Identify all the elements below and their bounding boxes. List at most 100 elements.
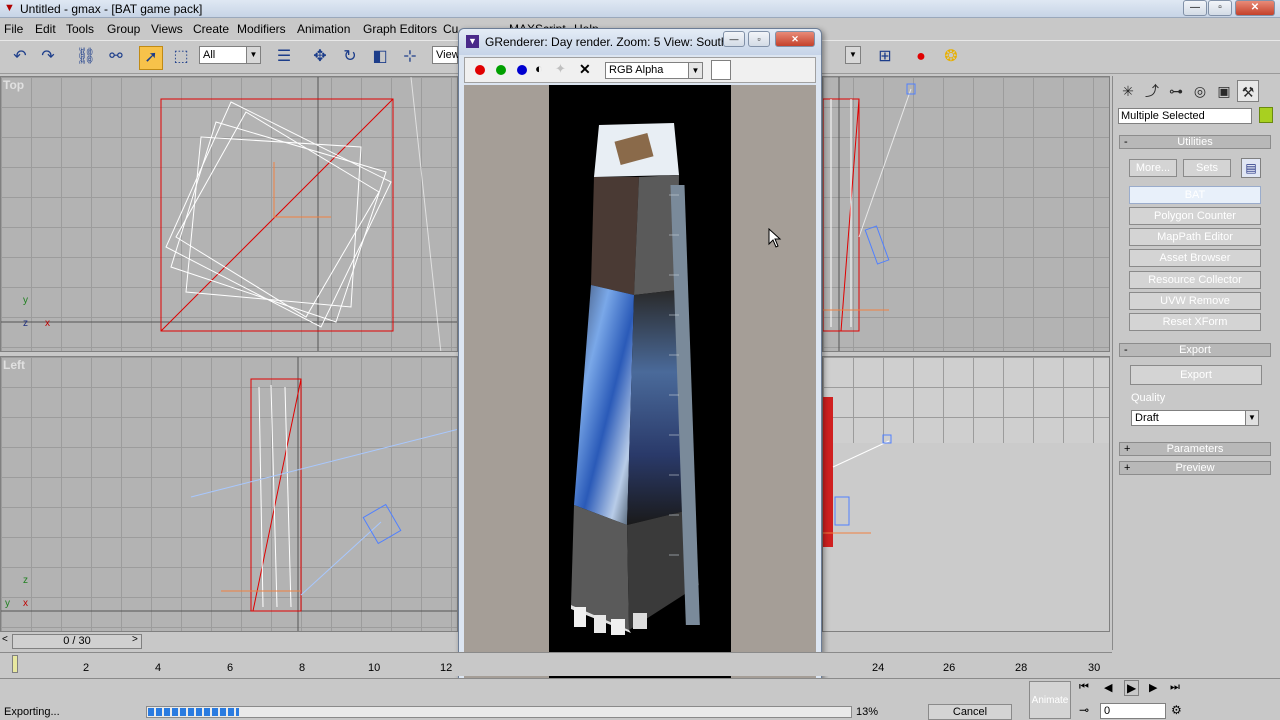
unlink-icon[interactable]: ⚯ — [104, 46, 128, 70]
selection-name-field[interactable]: Multiple Selected — [1118, 108, 1252, 124]
chevron-down-icon: ▼ — [688, 63, 702, 78]
viewport-front[interactable] — [822, 76, 1110, 352]
time-slider-track[interactable]: 0 / 30 — [12, 634, 142, 649]
key-mode-icon[interactable]: ⊸ — [1079, 703, 1089, 717]
render-window-title-bar[interactable]: ▼ GRenderer: Day render. Zoom: 5 View: S… — [459, 29, 821, 55]
blue-channel-toggle[interactable] — [517, 65, 527, 75]
maximize-button[interactable]: ▫ — [1208, 0, 1232, 16]
region-select-icon[interactable]: ⬚ — [169, 46, 193, 70]
menu-modifiers[interactable]: Modifiers — [237, 22, 286, 36]
timeline-tick: 30 — [1088, 662, 1101, 674]
menu-tools[interactable]: Tools — [66, 22, 94, 36]
undo-icon[interactable]: ↶ — [8, 46, 32, 70]
time-slider-next-icon[interactable]: > — [132, 634, 138, 645]
select-arrow-icon[interactable]: ➚ — [139, 46, 163, 70]
cancel-button[interactable]: Cancel — [928, 704, 1012, 720]
render-minimize-button[interactable]: — — [723, 31, 745, 47]
utilities-tab-icon[interactable]: ⚒ — [1237, 80, 1259, 102]
menu-edit[interactable]: Edit — [35, 22, 56, 36]
goto-start-icon[interactable]: ⏮ — [1079, 681, 1089, 694]
polygon-counter-button[interactable]: Polygon Counter — [1129, 207, 1261, 225]
quality-select[interactable]: Draft ▼ — [1131, 410, 1259, 426]
mouse-cursor-icon — [768, 228, 782, 248]
time-slider-prev-icon[interactable]: < — [2, 634, 8, 645]
display-tab-icon[interactable]: ▣ — [1213, 80, 1235, 102]
render-window-title: GRenderer: Day render. Zoom: 5 View: Sou… — [485, 35, 741, 49]
current-frame-field[interactable]: 0 — [1100, 703, 1166, 719]
uvw-remove-button[interactable]: UVW Remove — [1129, 292, 1261, 310]
reset-xform-button[interactable]: Reset XForm — [1129, 313, 1261, 331]
material-editor-icon[interactable]: ❂ — [939, 46, 963, 70]
left-view-wireframe: z x y — [1, 357, 457, 631]
object-color-swatch[interactable] — [1259, 107, 1273, 123]
reference-coord-value: View — [436, 49, 460, 61]
align-icon[interactable]: ⊞ — [873, 46, 897, 70]
chevron-down-icon: ▼ — [1245, 411, 1258, 425]
green-channel-toggle[interactable] — [496, 65, 506, 75]
goto-end-icon[interactable]: ⏭ — [1170, 681, 1180, 694]
timeline-ruler[interactable]: 2 4 6 8 10 12 24 26 28 30 — [0, 652, 1112, 676]
export-rollout-header[interactable]: - Export — [1119, 343, 1271, 357]
time-config-icon[interactable]: ⚙ — [1171, 703, 1182, 717]
move-icon[interactable]: ✥ — [308, 46, 332, 70]
link-icon[interactable]: ⛓ — [74, 46, 98, 70]
app-title-bar: ▼ Untitled - gmax - [BAT game pack] — ▫ … — [0, 0, 1280, 18]
menu-views[interactable]: Views — [151, 22, 183, 36]
utilities-rollout-header[interactable]: - Utilities — [1119, 135, 1271, 149]
timeline-tick: 24 — [872, 662, 885, 674]
timeline-tick: 26 — [943, 662, 956, 674]
time-slider[interactable]: < 0 / 30 > — [0, 633, 460, 649]
preview-rollout-header[interactable]: + Preview — [1119, 461, 1271, 475]
clear-icon[interactable]: ✕ — [579, 61, 591, 78]
render-maximize-button[interactable]: ▫ — [748, 31, 770, 47]
reference-coord-dropdown[interactable]: View — [432, 46, 460, 64]
viewport-left[interactable]: Left z x y — [0, 356, 458, 632]
menu-group[interactable]: Group — [107, 22, 140, 36]
menu-animation[interactable]: Animation — [297, 22, 350, 36]
viewport-perspective[interactable] — [822, 356, 1110, 632]
select-by-name-icon[interactable]: ☰ — [272, 46, 296, 70]
rotate-icon[interactable]: ↻ — [338, 46, 362, 70]
time-marker[interactable] — [12, 655, 18, 673]
create-tab-icon[interactable]: ✳ — [1117, 80, 1139, 102]
redo-icon[interactable]: ↷ — [36, 46, 60, 70]
next-frame-icon[interactable]: ▶ — [1149, 681, 1157, 694]
background-color-swatch[interactable] — [711, 60, 731, 80]
play-icon[interactable]: ▶ — [1124, 680, 1140, 696]
hierarchy-tab-icon[interactable]: ⊶ — [1165, 80, 1187, 102]
timeline-tick: 10 — [368, 662, 381, 674]
selection-filter-dropdown[interactable]: All ▼ — [199, 46, 261, 64]
render-toolbar: ◐ ✦ ✕ RGB Alpha ▼ — [464, 57, 816, 83]
mappath-editor-button[interactable]: MapPath Editor — [1129, 228, 1261, 246]
bat-button[interactable]: BAT — [1129, 186, 1261, 204]
close-button[interactable]: ✕ — [1235, 0, 1275, 16]
modify-tab-icon[interactable]: ⤴ — [1141, 80, 1163, 102]
render-close-button[interactable]: ✕ — [775, 31, 815, 47]
configure-button-sets-icon[interactable]: ▤ — [1241, 158, 1261, 178]
asset-browser-button[interactable]: Asset Browser — [1129, 249, 1261, 267]
more-button[interactable]: More... — [1129, 159, 1177, 177]
quality-label: Quality — [1131, 392, 1166, 404]
red-channel-toggle[interactable] — [475, 65, 485, 75]
alpha-channel-icon[interactable]: ◐ — [535, 61, 543, 76]
named-selection-dropdown[interactable]: ▼ — [845, 46, 861, 64]
menu-create[interactable]: Create — [193, 22, 229, 36]
viewport-top[interactable]: Top y x z — [0, 76, 458, 352]
minimize-button[interactable]: — — [1183, 0, 1207, 16]
prev-frame-icon[interactable]: ◀ — [1104, 681, 1112, 694]
monochrome-icon[interactable]: ✦ — [555, 61, 566, 77]
sets-button[interactable]: Sets — [1183, 159, 1231, 177]
menu-file[interactable]: File — [4, 22, 23, 36]
motion-tab-icon[interactable]: ◎ — [1189, 80, 1211, 102]
channel-select[interactable]: RGB Alpha ▼ — [605, 62, 703, 79]
svg-text:y: y — [5, 598, 10, 609]
render-teapot-icon[interactable]: ● — [909, 46, 933, 70]
resource-collector-button[interactable]: Resource Collector — [1129, 271, 1261, 289]
svg-text:z: z — [23, 318, 28, 329]
pivot-icon[interactable]: ⊹ — [398, 46, 422, 70]
menu-graph-editors[interactable]: Graph Editors — [363, 22, 437, 36]
scale-icon[interactable]: ◧ — [368, 46, 392, 70]
parameters-rollout-header[interactable]: + Parameters — [1119, 442, 1271, 456]
animate-button[interactable]: Animate — [1029, 681, 1071, 719]
export-button[interactable]: Export — [1130, 365, 1262, 385]
